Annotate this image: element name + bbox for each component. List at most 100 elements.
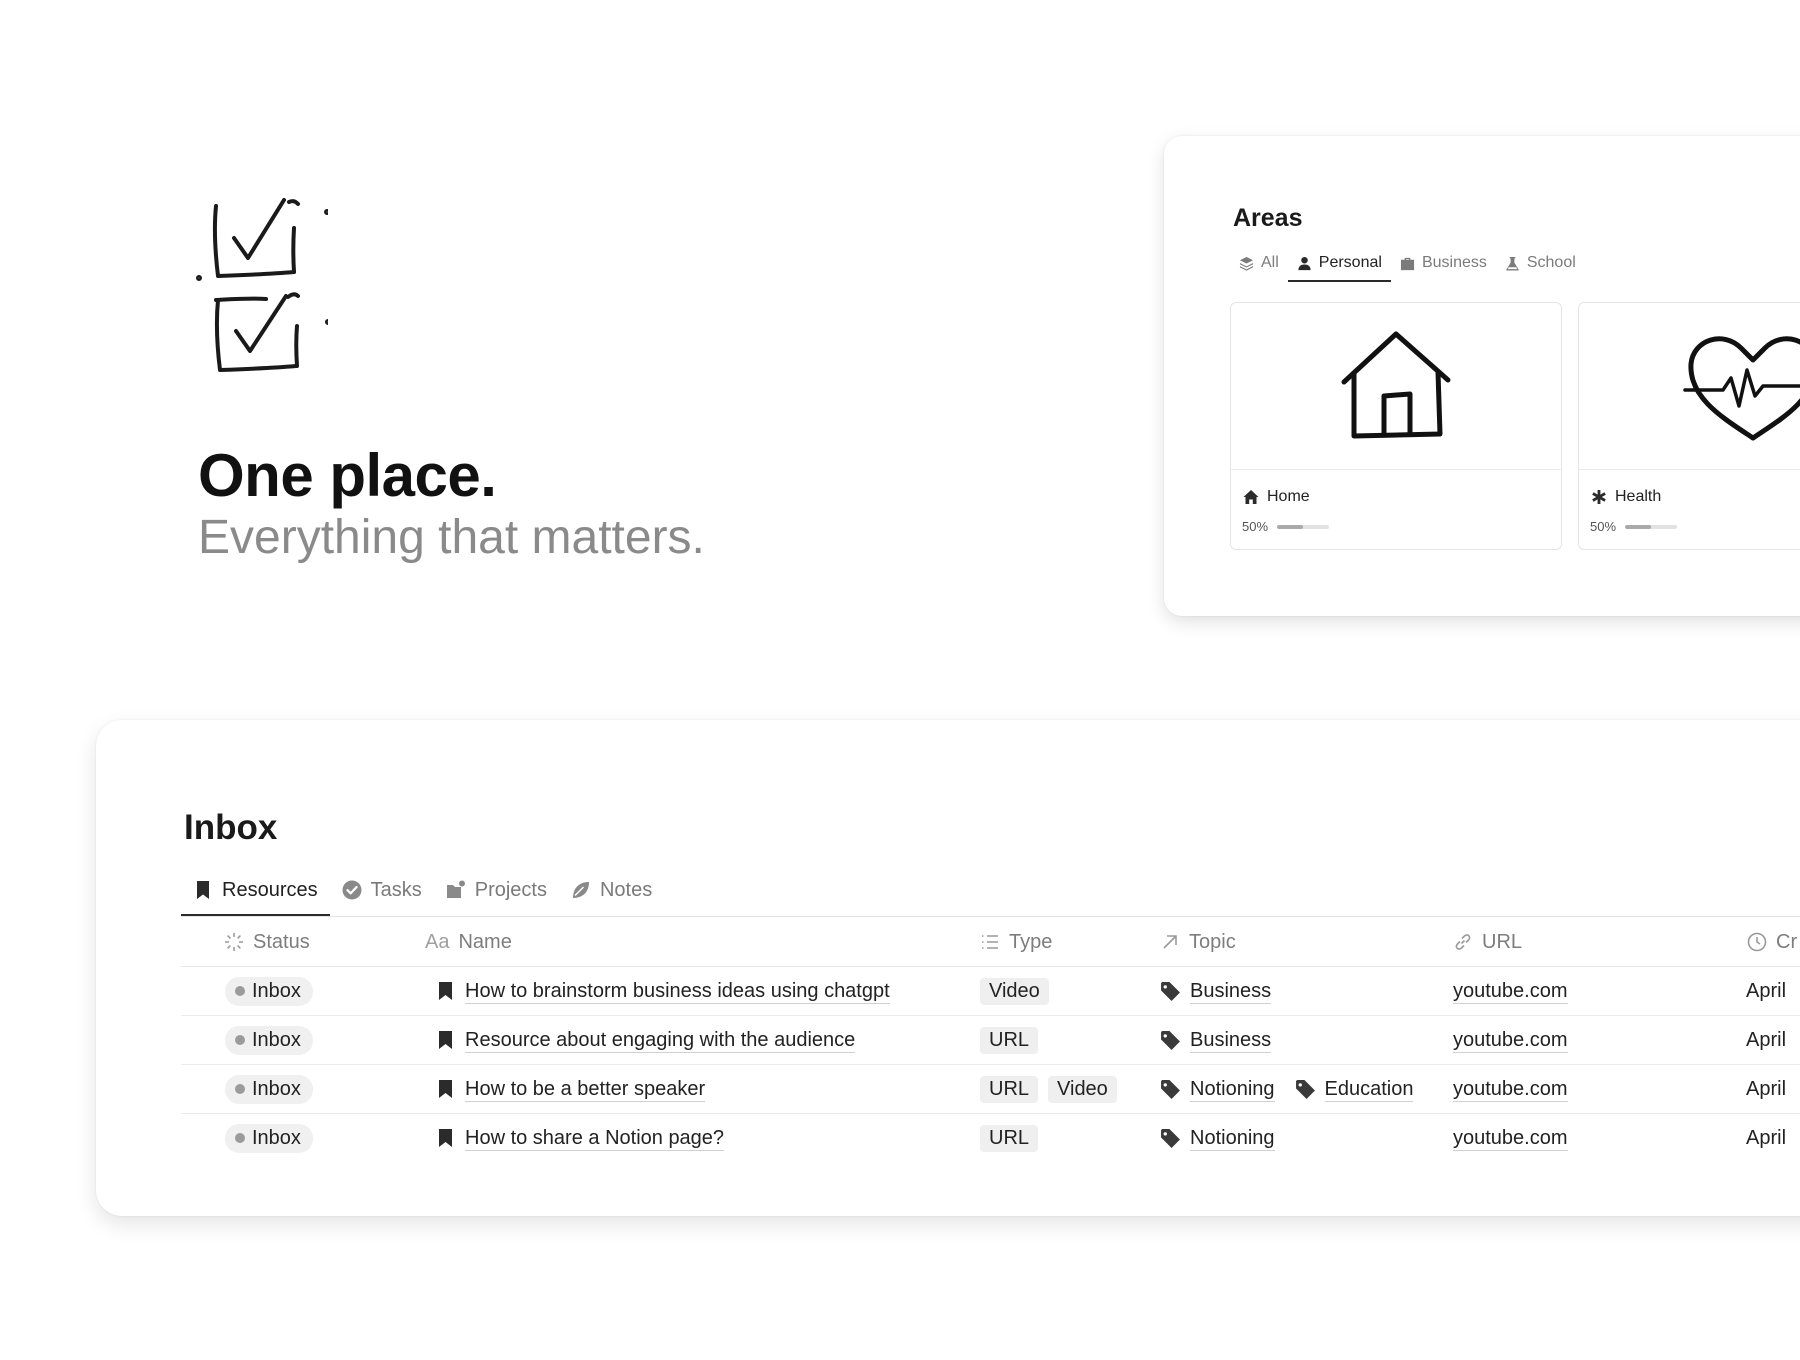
created-cell: April [1746,1114,1786,1162]
area-card-health[interactable]: Health 50% [1578,302,1800,550]
type-cell[interactable]: URL Video [980,1065,1117,1113]
resource-name-link[interactable]: Resource about engaging with the audienc… [465,1028,856,1053]
status-cell[interactable]: Inbox [225,1016,313,1064]
status-cell[interactable]: Inbox [225,967,313,1015]
type-tag: URL [980,1075,1039,1103]
status-badge[interactable]: Inbox [225,1074,313,1104]
status-cell[interactable]: Inbox [225,1114,313,1162]
topic-chip[interactable]: Education [1295,1077,1414,1102]
tab-notes[interactable]: Notes [559,866,664,914]
column-type[interactable]: Type [980,918,1052,966]
tab-business[interactable]: Business [1391,246,1496,280]
home-progress-label: 50% [1242,519,1269,534]
checkbox-illustration-icon [196,196,331,382]
tab-projects-label: Projects [474,878,547,901]
status-dot [235,1084,245,1094]
url-cell[interactable]: youtube.com [1453,1114,1568,1162]
status-badge[interactable]: Inbox [225,976,313,1006]
bookmark-icon [197,881,209,899]
column-created[interactable]: Cr [1747,918,1797,966]
topic-cell[interactable]: Business [1160,967,1272,1015]
tag-icon [1295,1079,1315,1099]
name-cell[interactable]: Resource about engaging with the audienc… [438,1016,856,1064]
name-cell[interactable]: How to be a better speaker [438,1065,706,1113]
column-name-label: Name [458,930,512,953]
heart-pulse-illustration-icon [1683,336,1800,441]
topic-label: Education [1324,1077,1414,1102]
column-type-label: Type [1009,930,1053,953]
topic-chip[interactable]: Business [1160,979,1272,1004]
check-circle-icon [342,880,362,900]
topic-chip[interactable]: Notioning [1160,1126,1275,1151]
resource-name-link[interactable]: How to be a better speaker [465,1077,706,1102]
url-cell[interactable]: youtube.com [1453,1016,1568,1064]
hero-title: One place. [198,442,497,509]
url-link[interactable]: youtube.com [1453,1077,1568,1102]
tab-resources-label: Resources [222,878,318,901]
column-created-label: Cr [1776,930,1798,953]
arrow-up-right-icon [1163,935,1177,949]
url-link[interactable]: youtube.com [1453,1126,1568,1151]
url-link[interactable]: youtube.com [1453,1028,1568,1053]
bookmark-icon [439,1080,452,1098]
url-cell[interactable]: youtube.com [1453,1065,1568,1113]
status-dot [235,986,245,996]
topic-chip[interactable]: Notioning [1160,1077,1275,1102]
column-topic[interactable]: Topic [1160,918,1236,966]
table-row[interactable]: Inbox How to be a better speaker URL Vid… [181,1065,1800,1114]
tag-icon [1161,1128,1180,1148]
status-label: Inbox [252,1028,301,1051]
table-row[interactable]: Inbox How to share a Notion page? URL No… [181,1114,1800,1162]
home-progress: 50% [1242,519,1330,534]
topic-cell[interactable]: Business [1160,1016,1272,1064]
topic-cell[interactable]: Notioning Education [1160,1065,1414,1113]
created-date: April [1746,1077,1787,1100]
tab-tasks-label: Tasks [370,878,422,901]
url-cell[interactable]: youtube.com [1453,967,1568,1015]
name-cell[interactable]: How to brainstorm business ideas using c… [438,967,890,1015]
tab-school[interactable]: School [1496,246,1585,280]
tab-projects[interactable]: Projects [434,866,559,914]
type-tag: Video [1048,1075,1117,1103]
column-status[interactable]: Status [224,918,310,966]
folder-icon [446,880,465,898]
url-link[interactable]: youtube.com [1453,979,1568,1004]
status-badge[interactable]: Inbox [225,1025,313,1055]
topic-cell[interactable]: Notioning [1160,1114,1275,1162]
status-cell[interactable]: Inbox [225,1065,313,1113]
table-row[interactable]: Inbox How to brainstorm business ideas u… [181,967,1800,1016]
areas-title: Areas [1233,204,1303,232]
areas-panel: Areas All Personal Business School Home … [1164,136,1800,616]
column-url-label: URL [1482,930,1523,953]
bookmark-icon [439,1129,452,1147]
inbox-tabs: Resources Tasks Projects Notes [181,866,664,917]
hero-subtitle: Everything that matters. [198,511,705,564]
table-row[interactable]: Inbox Resource about engaging with the a… [181,1016,1800,1065]
topic-chip[interactable]: Business [1160,1028,1272,1053]
health-progress-fill [1625,524,1652,529]
type-cell[interactable]: URL [980,1016,1039,1064]
area-card-health-title: Health [1591,488,1661,506]
briefcase-icon [1400,257,1414,270]
resource-name-link[interactable]: How to share a Notion page? [465,1126,725,1151]
status-label: Inbox [252,1126,301,1149]
area-card-home[interactable]: Home 50% [1230,302,1562,550]
created-date: April [1746,1126,1787,1149]
name-cell[interactable]: How to share a Notion page? [438,1114,725,1162]
column-name[interactable]: Aa Name [425,918,512,966]
resource-name-link[interactable]: How to brainstorm business ideas using c… [465,979,890,1004]
health-cover [1579,303,1800,470]
tab-resources[interactable]: Resources [181,866,330,917]
tab-personal[interactable]: Personal [1287,246,1391,282]
status-badge[interactable]: Inbox [225,1123,313,1153]
text-type-icon: Aa [425,930,450,953]
type-cell[interactable]: Video [980,967,1049,1015]
tab-business-label: Business [1421,254,1487,271]
type-cell[interactable]: URL [980,1114,1039,1162]
column-url[interactable]: URL [1453,918,1522,966]
link-icon [1455,934,1471,950]
tab-all[interactable]: All [1230,246,1288,280]
inbox-panel: Inbox Resources Tasks Projects Notes Sta… [96,720,1800,1216]
tab-tasks[interactable]: Tasks [330,866,434,914]
topic-label: Business [1190,979,1272,1004]
